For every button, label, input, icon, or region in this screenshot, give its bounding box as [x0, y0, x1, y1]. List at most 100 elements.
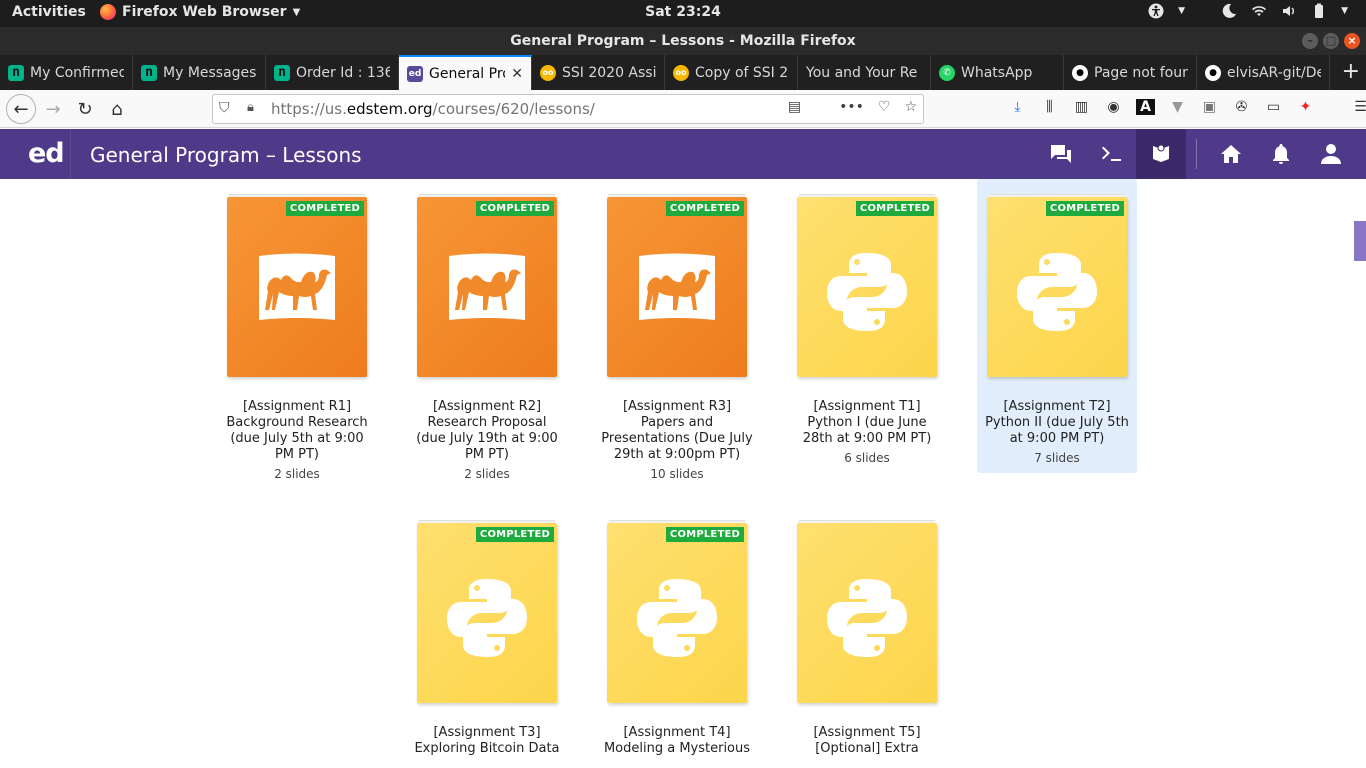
window-titlebar[interactable]: General Program – Lessons - Mozilla Fire… — [0, 27, 1366, 55]
lesson-cover[interactable]: COMPLETED — [797, 197, 937, 377]
extension-s-icon[interactable]: ▣ — [1200, 99, 1219, 115]
url-prefix: https://us. — [271, 100, 347, 118]
downloads-icon[interactable]: ⤓ — [1008, 99, 1027, 115]
lesson-card[interactable]: COMPLETED [Assignment T3] Exploring Bitco… — [407, 505, 567, 757]
discussion-icon[interactable] — [1036, 129, 1086, 179]
extension-globe-icon[interactable]: ✇ — [1232, 99, 1251, 115]
volume-icon[interactable] — [1281, 3, 1297, 19]
status-badge: COMPLETED — [1045, 201, 1124, 216]
slide-count: 2 slides — [464, 467, 510, 481]
chevron-down-icon[interactable]: ▼ — [1341, 6, 1348, 16]
user-account-icon[interactable] — [1306, 129, 1356, 179]
page-actions-icon[interactable]: ••• — [839, 99, 864, 115]
lesson-cover[interactable] — [797, 523, 937, 703]
lesson-cover[interactable]: COMPLETED — [607, 523, 747, 703]
battery-icon[interactable] — [1311, 3, 1327, 19]
nexus-favicon-icon: n — [8, 64, 24, 81]
tab-ssi-assignments[interactable]: oo SSI 2020 Assig — [532, 55, 665, 90]
lesson-cover[interactable]: COMPLETED — [417, 523, 557, 703]
tab-label: You and Your Re — [806, 64, 918, 81]
account-icon[interactable]: ◉ — [1104, 99, 1123, 115]
accessibility-icon[interactable] — [1148, 3, 1164, 19]
lesson-cover[interactable]: COMPLETED — [227, 197, 367, 377]
lesson-cover[interactable]: COMPLETED — [417, 197, 557, 377]
reload-icon[interactable]: ↻ — [72, 96, 98, 122]
status-badge: COMPLETED — [665, 527, 744, 542]
slide-count: 10 slides — [650, 467, 704, 481]
tab-label: SSI 2020 Assig — [562, 64, 656, 81]
status-badge: COMPLETED — [475, 527, 554, 542]
tab-you-and-your-research[interactable]: You and Your Re — [798, 55, 931, 90]
home-icon[interactable] — [1206, 129, 1256, 179]
maximize-icon[interactable]: □ — [1323, 33, 1339, 49]
tab-copy-of-ssi[interactable]: oo Copy of SSI 20 — [665, 55, 798, 90]
notifications-icon[interactable] — [1256, 129, 1306, 179]
lesson-card[interactable]: COMPLETED [Assignment R1] Background Rese… — [217, 179, 377, 489]
forward-icon[interactable]: → — [40, 96, 66, 122]
url-text[interactable]: https://us.edstem.org/courses/620/lesson… — [271, 100, 595, 118]
app-menu[interactable]: Firefox Web Browser ▼ — [100, 4, 300, 20]
pocket-icon[interactable]: ♡ — [878, 99, 891, 115]
lesson-cover[interactable]: COMPLETED — [987, 197, 1127, 377]
lesson-card[interactable]: COMPLETED [Assignment R2] Research Propos… — [407, 179, 567, 489]
terminal-icon[interactable] — [1086, 129, 1136, 179]
tab-whatsapp[interactable]: ✆ WhatsApp — [931, 55, 1064, 90]
lesson-title: [Assignment T3] Exploring Bitcoin Data — [414, 725, 560, 756]
new-tab-icon[interactable]: + — [1342, 59, 1360, 84]
tab-label: Copy of SSI 20 — [695, 64, 789, 81]
lesson-card[interactable]: COMPLETED [Assignment T1] Python I (due J… — [787, 179, 947, 473]
bookmark-star-icon[interactable]: ☆ — [904, 99, 917, 115]
ed-logo[interactable]: ed — [28, 138, 65, 169]
lesson-title: [Assignment T2] Python II (due July 5th … — [985, 399, 1129, 446]
system-tray[interactable]: ▼ ▼ — [1148, 3, 1348, 19]
minimize-icon[interactable]: – — [1302, 33, 1318, 49]
home-icon[interactable]: ⌂ — [104, 96, 130, 122]
library-icon[interactable]: ⫼ — [1040, 99, 1059, 115]
extension-v-icon[interactable]: ▼ — [1168, 99, 1187, 115]
lessons-icon[interactable] — [1136, 129, 1186, 179]
hamburger-menu-icon[interactable]: ☰ — [1351, 99, 1366, 115]
lessons-grid: COMPLETED [Assignment R1] Background Rese… — [0, 179, 1366, 768]
status-badge: COMPLETED — [285, 201, 364, 216]
night-light-icon[interactable] — [1221, 3, 1237, 19]
activities-button[interactable]: Activities — [12, 4, 86, 20]
header-divider — [70, 129, 71, 179]
lesson-card[interactable]: COMPLETED [Assignment T2] Python II (due … — [977, 179, 1137, 473]
chevron-down-icon[interactable]: ▼ — [1178, 6, 1185, 16]
tab-my-confirmed[interactable]: n My Confirmed — [0, 55, 133, 90]
firefox-icon — [100, 4, 116, 20]
shield-icon[interactable]: ⛉ — [219, 100, 230, 116]
tab-page-not-found[interactable]: ● Page not foun — [1064, 55, 1197, 90]
tab-elvisar-git[interactable]: ● elvisAR-git/De — [1197, 55, 1330, 90]
url-bar[interactable]: ⛉ 🔒︎ https://us.edstem.org/courses/620/l… — [212, 94, 924, 124]
back-icon[interactable]: ← — [6, 94, 36, 124]
slide-count: 7 slides — [1034, 451, 1080, 465]
chevron-down-icon: ▼ — [292, 6, 301, 18]
extension-screen-icon[interactable]: ▭ — [1264, 99, 1283, 115]
lesson-card[interactable]: COMPLETED [Assignment R3] Papers and Pres… — [597, 179, 757, 489]
extension-a-icon[interactable]: A — [1136, 99, 1155, 115]
sidebar-icon[interactable]: ▥ — [1072, 99, 1091, 115]
scrollbar-thumb[interactable] — [1354, 221, 1366, 261]
tab-order-id[interactable]: n Order Id : 136 — [266, 55, 399, 90]
close-tab-icon[interactable]: ✕ — [511, 66, 523, 82]
ed-favicon-icon: ed — [407, 65, 423, 82]
slide-count: 2 slides — [274, 467, 320, 481]
wifi-icon[interactable] — [1251, 3, 1267, 19]
status-badge: COMPLETED — [475, 201, 554, 216]
tab-label: Order Id : 136 — [296, 64, 390, 81]
ed-header: ed General Program – Lessons — [0, 129, 1366, 179]
tab-label: My Confirmed — [30, 64, 124, 81]
lesson-card[interactable]: [Assignment T5] [Optional] Extra — [787, 505, 947, 757]
lock-icon[interactable]: 🔒︎ — [247, 100, 254, 115]
tab-general-program[interactable]: ed General Pro ✕ — [399, 55, 532, 90]
lesson-cover[interactable]: COMPLETED — [607, 197, 747, 377]
reader-view-icon[interactable]: ▤ — [788, 99, 801, 115]
lesson-card[interactable]: COMPLETED [Assignment T4] Modeling a Myst… — [597, 505, 757, 757]
status-badge: COMPLETED — [665, 201, 744, 216]
lesson-title: [Assignment R3] Papers and Presentations… — [601, 399, 753, 462]
close-icon[interactable]: × — [1344, 33, 1360, 49]
tab-my-messages[interactable]: n My Messages — [133, 55, 266, 90]
page-title: General Program – Lessons — [90, 143, 362, 167]
extension-red-icon[interactable]: ✦ — [1296, 99, 1315, 115]
